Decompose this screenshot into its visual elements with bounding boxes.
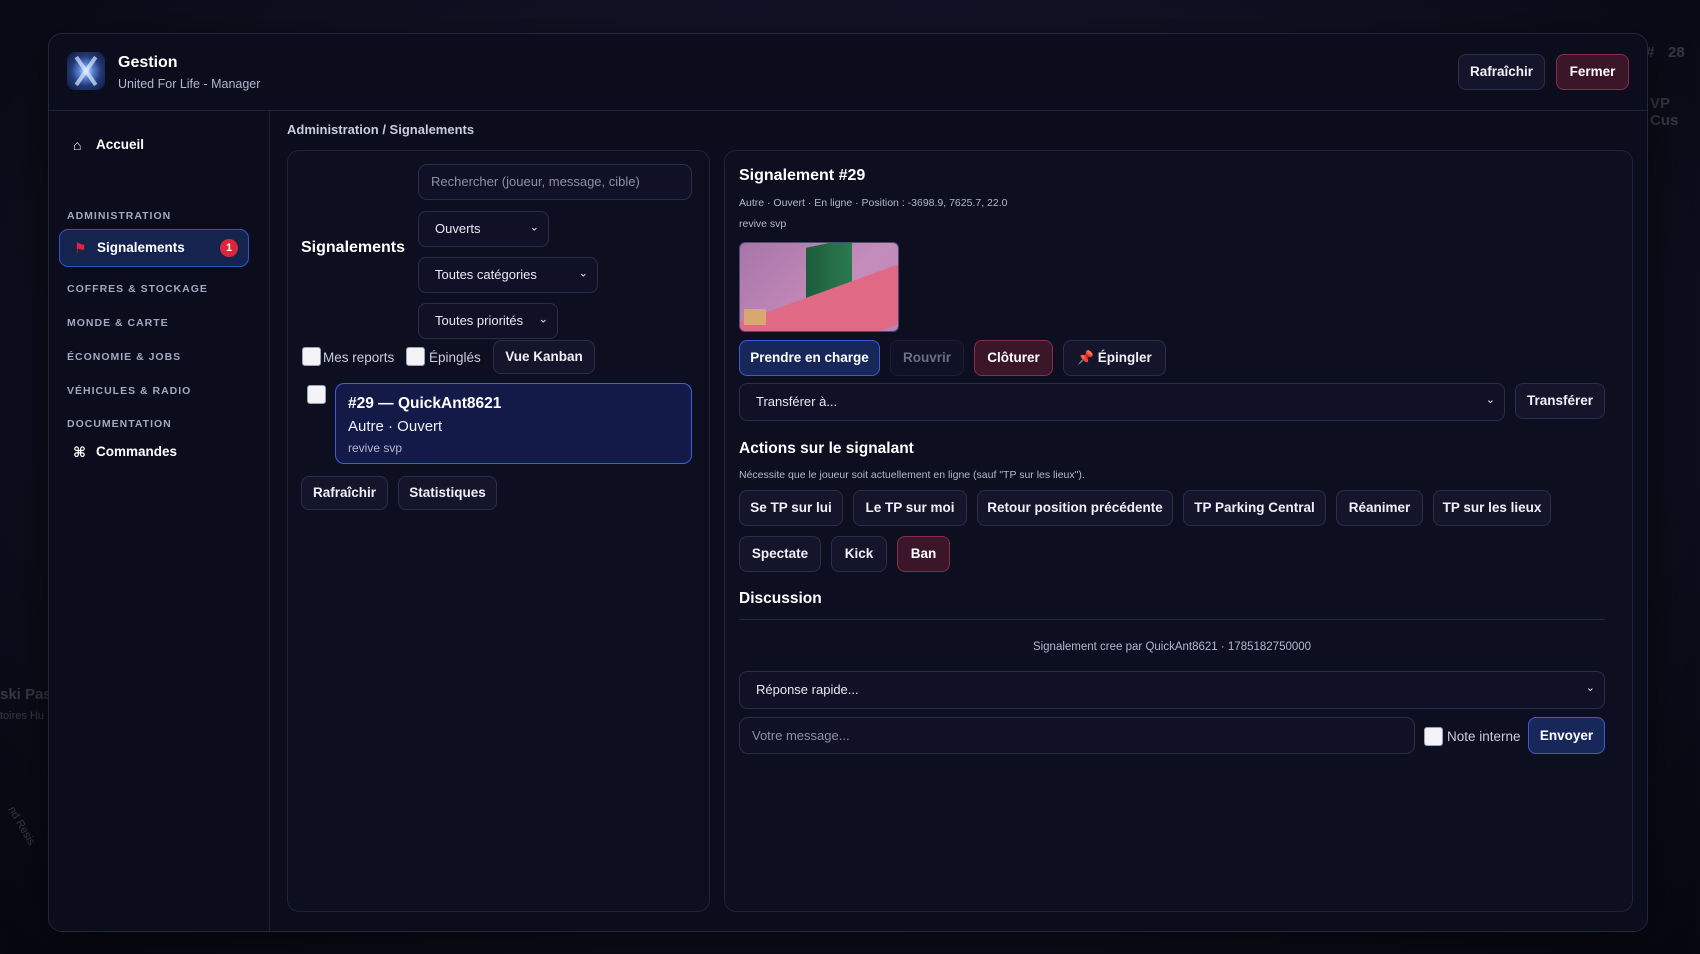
action-tp-to-player-button[interactable]: Se TP sur lui [739, 490, 843, 526]
refresh-button[interactable]: Rafraîchir [1458, 54, 1545, 90]
flag-icon: ⚑ [74, 240, 87, 256]
action-kick-button[interactable]: Kick [831, 536, 887, 572]
discussion-event: Signalement cree par QuickAnt8621 · 1785… [1032, 641, 1312, 653]
internal-note-checkbox[interactable] [1424, 727, 1443, 746]
sidebar-item-reports[interactable]: ⚑ Signalements 1 [59, 229, 249, 267]
pinned-label: Épinglés [429, 350, 481, 365]
report-item-message: revive svp [348, 441, 403, 455]
action-ban-button[interactable]: Ban [897, 536, 950, 572]
priority-filter-select[interactable]: Toutes priorités ⌄ [418, 303, 558, 339]
close-report-button[interactable]: Clôturer [974, 340, 1053, 376]
kanban-view-button[interactable]: Vue Kanban [493, 340, 595, 374]
sidebar-item-commands[interactable]: ⌘ Commandes [59, 434, 247, 470]
transfer-button[interactable]: Transférer [1515, 383, 1605, 419]
chevron-down-icon: ⌄ [1585, 682, 1595, 695]
app-title: Gestion [118, 54, 178, 71]
section-chests[interactable]: COFFRES & STOCKAGE [67, 283, 208, 295]
report-item-status: Autre · Ouvert [348, 418, 443, 435]
action-tp-parking-button[interactable]: TP Parking Central [1183, 490, 1326, 526]
app-subtitle: United For Life - Manager [118, 77, 261, 91]
send-button[interactable]: Envoyer [1528, 717, 1605, 754]
reopen-button[interactable]: Rouvrir [890, 340, 964, 376]
section-documentation: DOCUMENTATION [67, 418, 172, 430]
sidebar-item-label: Commandes [96, 444, 178, 459]
command-icon: ⌘ [73, 444, 86, 460]
background-map-sublabel: toires Hu [0, 710, 45, 722]
sidebar-item-label: Signalements [97, 240, 185, 255]
background-label: VP Cus [1650, 95, 1679, 129]
section-world[interactable]: MONDE & CARTE [67, 317, 169, 329]
pushpin-icon: 📌 [1077, 350, 1095, 365]
message-input[interactable]: Votre message... [739, 717, 1415, 754]
management-window: Gestion United For Life - Manager Rafraî… [48, 33, 1648, 932]
breadcrumb: Administration / Signalements [287, 122, 475, 137]
message-placeholder: Votre message... [752, 728, 850, 743]
my-reports-checkbox[interactable] [302, 347, 321, 366]
action-revive-button[interactable]: Réanimer [1336, 490, 1423, 526]
list-refresh-button[interactable]: Rafraîchir [301, 476, 388, 510]
my-reports-label: Mes reports [323, 350, 395, 365]
screenshot-player [744, 309, 766, 325]
quick-reply-value: Réponse rapide... [756, 682, 859, 697]
pin-button-label: Épingler [1097, 350, 1152, 365]
report-detail-meta: Autre · Ouvert · En ligne · Position : -… [739, 197, 1008, 209]
reporter-actions-title: Actions sur le signalant [739, 440, 914, 457]
chevron-down-icon: ⌄ [578, 267, 588, 280]
window-header: Gestion United For Life - Manager Rafraî… [49, 34, 1647, 111]
app-logo [67, 52, 105, 90]
action-return-position-button[interactable]: Retour position précédente [977, 490, 1173, 526]
report-screenshot[interactable] [739, 242, 899, 332]
chevron-down-icon: ⌄ [1485, 394, 1495, 407]
report-item-title: #29 — QuickAnt8621 [348, 395, 502, 412]
action-spectate-button[interactable]: Spectate [739, 536, 821, 572]
reports-list-title: Signalements [301, 239, 406, 256]
discussion-divider [739, 619, 1605, 620]
section-economy[interactable]: ÉCONOMIE & JOBS [67, 351, 181, 363]
background-number: 28 [1668, 44, 1685, 61]
sidebar-item-label: Accueil [96, 137, 145, 152]
section-administration: ADMINISTRATION [67, 210, 172, 222]
status-filter-value: Ouverts [435, 221, 481, 236]
section-vehicles[interactable]: VÉHICULES & RADIO [67, 385, 191, 397]
background-map-road: nd Resis [5, 804, 38, 848]
chevron-down-icon: ⌄ [529, 221, 539, 234]
pin-button[interactable]: 📌 Épingler [1063, 340, 1166, 376]
discussion-title: Discussion [739, 590, 822, 607]
transfer-select[interactable]: Transférer à... ⌄ [739, 383, 1505, 421]
reporter-actions-note: Nécessite que le joueur soit actuellemen… [739, 469, 1085, 481]
home-icon: ⌂ [73, 137, 82, 153]
category-filter-value: Toutes catégories [435, 267, 537, 282]
action-tp-player-here-button[interactable]: Le TP sur moi [853, 490, 967, 526]
report-detail-message: revive svp [739, 218, 787, 230]
close-button[interactable]: Fermer [1556, 54, 1629, 90]
status-filter-select[interactable]: Ouverts ⌄ [418, 211, 549, 247]
priority-filter-value: Toutes priorités [435, 313, 524, 328]
chevron-down-icon: ⌄ [538, 313, 548, 326]
reports-count-badge: 1 [220, 239, 238, 257]
category-filter-select[interactable]: Toutes catégories ⌄ [418, 257, 598, 293]
report-detail-title: Signalement #29 [739, 167, 866, 184]
internal-note-label: Note interne [1447, 729, 1521, 744]
search-placeholder: Rechercher (joueur, message, cible) [431, 174, 640, 189]
pinned-checkbox[interactable] [406, 347, 425, 366]
report-list-item[interactable]: #29 — QuickAnt8621 Autre · Ouvert revive… [335, 383, 692, 464]
report-select-checkbox[interactable] [307, 385, 326, 404]
search-input[interactable]: Rechercher (joueur, message, cible) [418, 164, 692, 200]
statistics-button[interactable]: Statistiques [398, 476, 497, 510]
background-map-label: ski Pas [0, 686, 52, 703]
take-charge-button[interactable]: Prendre en charge [739, 340, 880, 376]
transfer-select-value: Transférer à... [756, 394, 838, 409]
sidebar-item-home[interactable]: ⌂ Accueil [59, 127, 247, 163]
action-tp-location-button[interactable]: TP sur les lieux [1433, 490, 1551, 526]
sidebar: ⌂ Accueil ADMINISTRATION ⚑ Signalements … [49, 111, 270, 931]
quick-reply-select[interactable]: Réponse rapide... ⌄ [739, 671, 1605, 709]
